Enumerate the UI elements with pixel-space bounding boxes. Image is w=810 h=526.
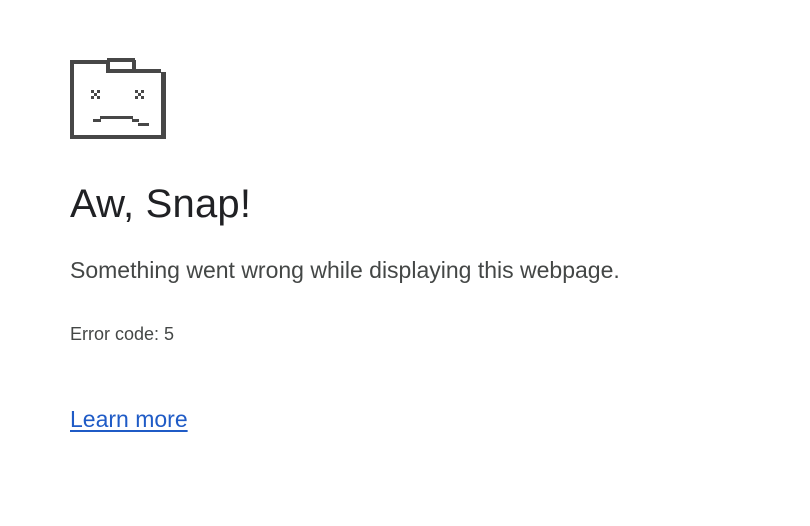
sad-folder-icon xyxy=(70,57,166,139)
error-message: Something went wrong while displaying th… xyxy=(70,257,620,283)
learn-more-link[interactable]: Learn more xyxy=(70,406,188,433)
error-page: Aw, Snap! Something went wrong while dis… xyxy=(0,0,810,526)
page-title: Aw, Snap! xyxy=(70,182,252,226)
error-code: Error code: 5 xyxy=(70,324,175,344)
